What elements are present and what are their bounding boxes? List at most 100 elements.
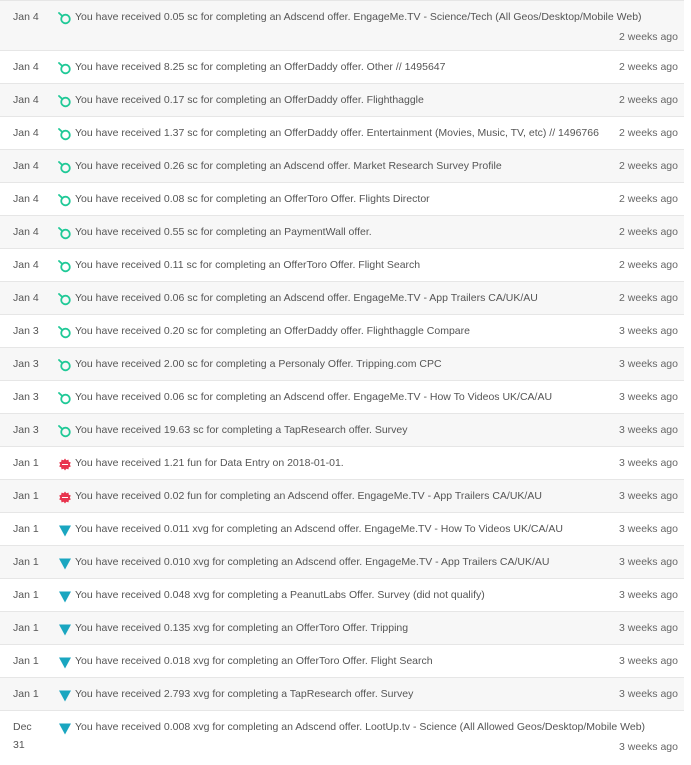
transaction-date: Jan 1 — [13, 490, 39, 502]
transaction-message: You have received 2.00 sc for completing… — [75, 358, 442, 370]
transaction-row: Jan 4 You have received 0.55 sc for compl… — [0, 216, 684, 249]
verge-icon — [58, 722, 72, 735]
transaction-time: 3 weeks ago — [619, 655, 678, 667]
transaction-row: Jan 4 You have received 8.25 sc for compl… — [0, 51, 684, 84]
transaction-time: 2 weeks ago — [619, 61, 678, 73]
transaction-time: 3 weeks ago — [619, 391, 678, 403]
transaction-time: 2 weeks ago — [619, 31, 678, 43]
transaction-message: You have received 0.008 xvg for completi… — [75, 721, 646, 733]
transaction-row: Jan 1 You have received 1.21 fun for Data… — [0, 447, 684, 480]
transaction-message: You have received 19.63 sc for completin… — [75, 424, 408, 436]
transaction-time: 3 weeks ago — [619, 622, 678, 634]
verge-icon — [58, 590, 72, 603]
transaction-time: 2 weeks ago — [619, 160, 678, 172]
transaction-message: You have received 0.018 xvg for completi… — [75, 655, 433, 667]
transaction-time: 3 weeks ago — [619, 358, 678, 370]
transaction-time: 3 weeks ago — [619, 741, 678, 753]
siacoin-icon — [58, 128, 72, 141]
transaction-date: Jan 3 — [13, 424, 39, 436]
transaction-date: Jan 4 — [13, 94, 39, 106]
transaction-message: You have received 0.048 xvg for completi… — [75, 589, 485, 601]
transaction-time: 3 weeks ago — [619, 556, 678, 568]
transaction-time: 3 weeks ago — [619, 589, 678, 601]
transaction-date: Jan 4 — [13, 160, 39, 172]
verge-icon — [58, 689, 72, 702]
siacoin-icon — [58, 227, 72, 240]
transaction-date: Jan 1 — [13, 622, 39, 634]
transaction-message: You have received 1.37 sc for completing… — [75, 127, 599, 139]
transaction-message: You have received 0.011 xvg for completi… — [75, 523, 563, 535]
siacoin-icon — [58, 12, 72, 25]
transaction-row: Jan 1 You have received 0.048 xvg for com… — [0, 579, 684, 612]
transaction-row: Jan 3 You have received 0.20 sc for compl… — [0, 315, 684, 348]
transaction-row: Jan 1 You have received 0.018 xvg for com… — [0, 645, 684, 678]
transaction-date: Jan 4 — [13, 127, 39, 139]
siacoin-icon — [58, 392, 72, 405]
transaction-time: 2 weeks ago — [619, 94, 678, 106]
transaction-message: You have received 0.20 sc for completing… — [75, 325, 470, 337]
funfair-icon — [58, 491, 72, 504]
transaction-date: Jan 1 — [13, 589, 39, 601]
transaction-time: 3 weeks ago — [619, 688, 678, 700]
transaction-message: You have received 0.55 sc for completing… — [75, 226, 372, 238]
transaction-row: Jan 4 You have received 0.06 sc for compl… — [0, 282, 684, 315]
transaction-date: Jan 1 — [13, 556, 39, 568]
transaction-message: You have received 0.02 fun for completin… — [75, 490, 542, 502]
transaction-time: 2 weeks ago — [619, 193, 678, 205]
verge-icon — [58, 524, 72, 537]
funfair-icon — [58, 458, 72, 471]
siacoin-icon — [58, 194, 72, 207]
transaction-message: You have received 0.010 xvg for completi… — [75, 556, 550, 568]
transaction-date: Jan 3 — [13, 325, 39, 337]
siacoin-icon — [58, 161, 72, 174]
transaction-time: 2 weeks ago — [619, 259, 678, 271]
transaction-message: You have received 0.26 sc for completing… — [75, 160, 502, 172]
verge-icon — [58, 656, 72, 669]
siacoin-icon — [58, 62, 72, 75]
transaction-row: Jan 3 You have received 2.00 sc for compl… — [0, 348, 684, 381]
transaction-message: You have received 2.793 xvg for completi… — [75, 688, 414, 700]
siacoin-icon — [58, 293, 72, 306]
transaction-date: Jan 1 — [13, 457, 39, 469]
transaction-list: Jan 4 You have received 0.05 sc for compl… — [0, 0, 684, 759]
transaction-time: 3 weeks ago — [619, 490, 678, 502]
transaction-row: Jan 1 You have received 0.010 xvg for com… — [0, 546, 684, 579]
transaction-message: You have received 1.21 fun for Data Entr… — [75, 457, 344, 469]
transaction-time: 3 weeks ago — [619, 325, 678, 337]
transaction-message: You have received 0.135 xvg for completi… — [75, 622, 409, 634]
transaction-date: Jan 4 — [13, 226, 39, 238]
transaction-row: Jan 4 You have received 0.05 sc for compl… — [0, 1, 684, 51]
transaction-date: Jan 1 — [13, 688, 39, 700]
transaction-time: 2 weeks ago — [619, 226, 678, 238]
transaction-date: Jan 4 — [13, 11, 39, 23]
siacoin-icon — [58, 425, 72, 438]
transaction-time: 2 weeks ago — [619, 127, 678, 139]
transaction-row: Jan 4 You have received 1.37 sc for compl… — [0, 117, 684, 150]
transaction-message: You have received 0.08 sc for completing… — [75, 193, 430, 205]
transaction-date: Jan 4 — [13, 259, 39, 271]
transaction-date: Jan 4 — [13, 193, 39, 205]
transaction-row: Jan 3 You have received 0.06 sc for compl… — [0, 381, 684, 414]
transaction-date: Jan 1 — [13, 523, 39, 535]
transaction-row: Jan 4 You have received 0.11 sc for compl… — [0, 249, 684, 282]
transaction-message: You have received 0.06 sc for completing… — [75, 391, 553, 403]
transaction-message: You have received 0.17 sc for completing… — [75, 94, 424, 106]
siacoin-icon — [58, 326, 72, 339]
verge-icon — [58, 557, 72, 570]
transaction-row: Jan 4 You have received 0.26 sc for compl… — [0, 150, 684, 183]
verge-icon — [58, 623, 72, 636]
transaction-date: Jan 4 — [13, 61, 39, 73]
siacoin-icon — [58, 260, 72, 273]
transaction-row: Jan 4 You have received 0.17 sc for compl… — [0, 84, 684, 117]
transaction-message: You have received 0.05 sc for completing… — [75, 11, 642, 23]
transaction-message: You have received 0.11 sc for completing… — [75, 259, 421, 271]
transaction-message: You have received 0.06 sc for completing… — [75, 292, 538, 304]
siacoin-icon — [58, 359, 72, 372]
transaction-date: Dec 31 — [13, 721, 32, 751]
transaction-time: 3 weeks ago — [619, 424, 678, 436]
transaction-date: Jan 4 — [13, 292, 39, 304]
transaction-row: Jan 1 You have received 0.011 xvg for com… — [0, 513, 684, 546]
transaction-row: Dec 31 You have received 0.008 xvg for co… — [0, 711, 684, 759]
transaction-row: Jan 4 You have received 0.08 sc for compl… — [0, 183, 684, 216]
transaction-time: 3 weeks ago — [619, 523, 678, 535]
